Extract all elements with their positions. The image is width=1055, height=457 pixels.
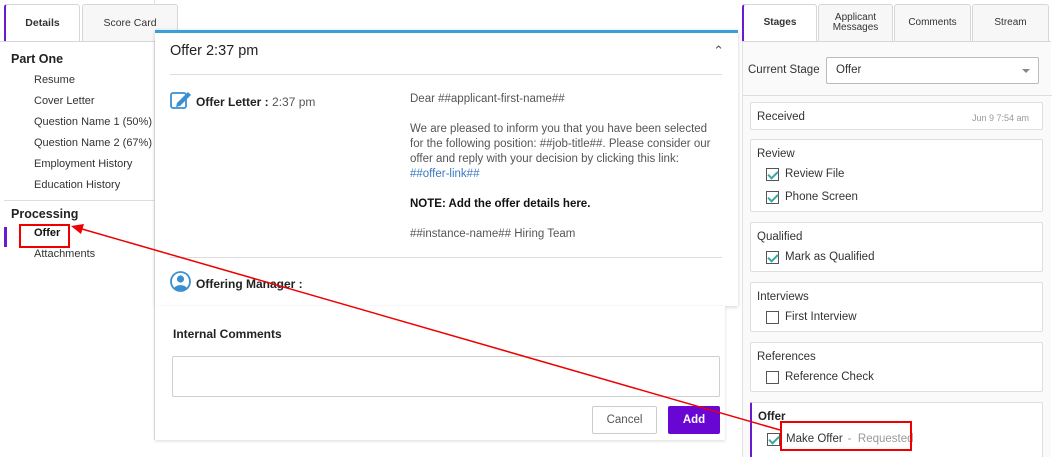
mark-qualified-label: Mark as Qualified — [785, 251, 875, 263]
offer-letter-time: 2:37 pm — [272, 95, 316, 109]
stage-item-reference-check: Reference Check — [766, 369, 874, 385]
tab-applicant-messages[interactable]: Applicant Messages — [818, 4, 893, 41]
review-file-checkbox[interactable] — [766, 167, 779, 181]
chevron-down-icon — [1022, 69, 1030, 73]
letter-signature: ##instance-name## Hiring Team — [410, 228, 576, 240]
active-nav-marker — [4, 227, 7, 247]
first-interview-checkbox[interactable] — [766, 310, 779, 324]
stage-received: Received Jun 9 7:54 am — [750, 102, 1043, 130]
tab-details[interactable]: Details — [4, 4, 80, 41]
internal-comments-card: Internal Comments Cancel Add — [155, 306, 725, 440]
first-interview-label: First Interview — [785, 311, 857, 323]
stage-review-title: Review — [757, 148, 795, 160]
offering-manager-label: Offering Manager : — [196, 277, 303, 291]
stage-interviews: Interviews First Interview — [750, 282, 1043, 332]
offer-title: Offer 2:37 pm — [170, 43, 259, 59]
internal-comments-textarea[interactable] — [172, 356, 720, 397]
edit-document-icon — [170, 92, 191, 109]
reference-check-checkbox[interactable] — [766, 370, 779, 384]
current-stage-value: Offer — [836, 64, 862, 76]
left-nav-panel: Details Score Card Part One Resume Cover… — [0, 0, 178, 440]
letter-paragraph: We are pleased to inform you that you ha… — [410, 122, 720, 182]
nav-item-education-history[interactable]: Education History — [0, 175, 155, 196]
stage-received-title: Received — [757, 111, 805, 123]
offer-letter-title: Offer Letter : — [196, 95, 269, 109]
letter-greeting: Dear ##applicant-first-name## — [410, 93, 565, 105]
nav-item-question-1[interactable]: Question Name 1 (50%) — [0, 112, 155, 133]
nav-item-employment-history[interactable]: Employment History — [0, 154, 155, 175]
body-divider — [170, 257, 722, 258]
offer-link[interactable]: ##offer-link## — [410, 168, 479, 180]
stage-select-divider — [743, 95, 1052, 96]
stage-references-title: References — [757, 351, 816, 363]
chevron-up-icon[interactable]: ⌃ — [713, 43, 724, 59]
stages-body: Current Stage Offer Received Jun 9 7:54 … — [742, 41, 1052, 457]
letter-note: NOTE: Add the offer details here. — [410, 198, 591, 210]
tab-stages[interactable]: Stages — [742, 4, 817, 41]
nav-item-cover-letter[interactable]: Cover Letter — [0, 91, 155, 112]
stage-references: References Reference Check — [750, 342, 1043, 392]
offer-letter-label: Offer Letter : 2:37 pm — [196, 95, 315, 109]
tab-comments[interactable]: Comments — [894, 4, 971, 41]
stage-review: Review Review File Phone Screen — [750, 139, 1043, 212]
nav-item-resume[interactable]: Resume — [0, 70, 155, 91]
offer-letter-body: Dear ##applicant-first-name## We are ple… — [410, 92, 720, 257]
annotation-box-make-offer — [780, 421, 912, 451]
current-stage-label: Current Stage — [748, 64, 820, 76]
left-tabbar: Details Score Card — [4, 4, 178, 41]
right-panel: Stages Applicant Messages Comments Strea… — [742, 0, 1055, 457]
stage-interviews-title: Interviews — [757, 291, 809, 303]
reference-check-label: Reference Check — [785, 371, 874, 383]
review-file-label: Review File — [785, 168, 845, 180]
letter-paragraph-text: We are pleased to inform you that you ha… — [410, 123, 711, 165]
stage-item-first-interview: First Interview — [766, 309, 857, 325]
tab-stream[interactable]: Stream — [972, 4, 1049, 41]
section-title-part-one: Part One — [11, 52, 64, 66]
user-avatar-icon — [170, 271, 191, 292]
annotation-box-offer-nav — [19, 224, 70, 248]
nav-item-question-2[interactable]: Question Name 2 (67%) — [0, 133, 155, 154]
current-stage-select[interactable]: Offer — [826, 57, 1039, 84]
add-button[interactable]: Add — [668, 406, 720, 434]
nav-divider — [4, 200, 155, 201]
stage-qualified-title: Qualified — [757, 231, 803, 243]
section-title-processing: Processing — [11, 207, 79, 221]
cancel-button[interactable]: Cancel — [592, 406, 657, 434]
make-offer-checkbox[interactable] — [767, 432, 780, 446]
stage-item-review-file: Review File — [766, 166, 844, 182]
internal-comments-label: Internal Comments — [173, 327, 282, 341]
offer-card: Offer 2:37 pm ⌃ Offer Letter : 2:37 pm D… — [155, 30, 738, 306]
stage-item-mark-qualified: Mark as Qualified — [766, 249, 874, 265]
right-tabbar: Stages Applicant Messages Comments Strea… — [742, 4, 1049, 41]
stage-item-phone-screen: Phone Screen — [766, 189, 858, 205]
stage-qualified: Qualified Mark as Qualified — [750, 222, 1043, 272]
tab-applicant-messages-label: Applicant Messages — [832, 12, 879, 33]
phone-screen-label: Phone Screen — [785, 191, 858, 203]
phone-screen-checkbox[interactable] — [766, 190, 779, 204]
mark-qualified-checkbox[interactable] — [766, 250, 779, 264]
stage-received-date: Jun 9 7:54 am — [971, 113, 1029, 123]
header-divider — [170, 74, 722, 75]
